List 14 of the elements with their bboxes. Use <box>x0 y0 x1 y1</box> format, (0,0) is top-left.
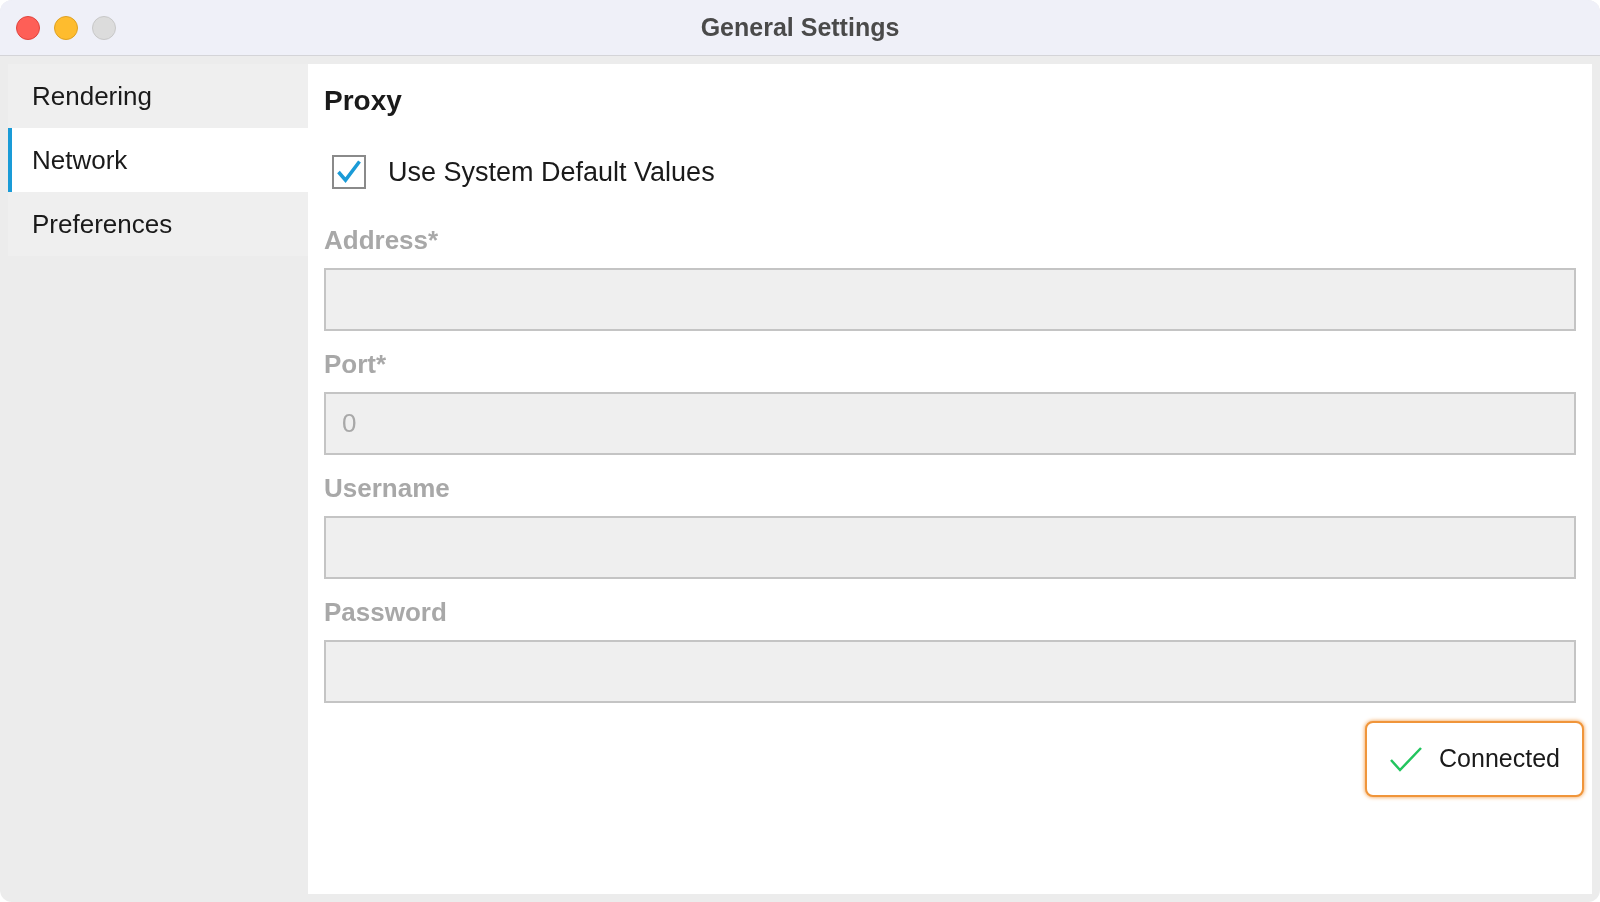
checkbox-label: Use System Default Values <box>388 156 715 189</box>
zoom-window-icon[interactable] <box>92 15 116 40</box>
field-label: Username <box>324 471 451 505</box>
window-title: General Settings <box>700 12 900 44</box>
sidebar-item[interactable]: Network <box>8 128 308 192</box>
close-window-icon[interactable] <box>16 15 40 40</box>
checkmark-icon <box>1389 745 1424 772</box>
connection-status-button[interactable]: Connected <box>1365 720 1584 797</box>
field-label: Password <box>324 595 448 629</box>
section-title: Proxy <box>324 84 403 118</box>
minimize-window-icon[interactable] <box>54 15 78 40</box>
checkbox[interactable] <box>332 155 366 190</box>
field-label: Port* <box>324 347 388 381</box>
field-label: Address* <box>324 223 440 257</box>
